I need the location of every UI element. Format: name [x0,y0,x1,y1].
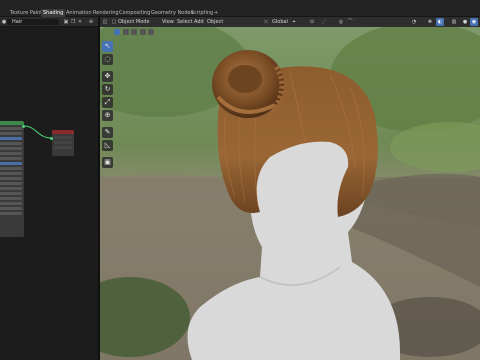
gizmo-icon[interactable]: ✥ [426,18,434,26]
copy-icon[interactable]: ❐ [70,19,76,25]
3d-viewport[interactable] [100,27,480,360]
extend-icon[interactable] [122,29,129,35]
tab-geometry-nodes[interactable]: Geometry Nodes [151,9,193,17]
select-box-icon[interactable] [114,29,120,35]
proportional-edit-icon[interactable]: ◎ [337,18,345,26]
rotate-icon[interactable]: ↻ [102,84,113,95]
visibility-icon[interactable]: ◔ [410,18,418,26]
workspace-tab-bar: Texture Paint Shading Animation Renderin… [0,0,480,17]
snap-target-icon[interactable]: ⋰ [320,18,328,26]
viewport-toolbar: ↖ ◌ ✥ ↻ ⤢ ⊕ ✎ ◺ ▣ [102,41,115,170]
tab-rendering[interactable]: Rendering [93,9,119,17]
add-cube-icon[interactable]: ▣ [102,157,113,168]
viewport-mini-toolbar [114,29,155,37]
node-editor-header: ● Hair ▣ ❐ ✕ ⊕ [0,17,98,27]
node-editor-canvas[interactable] [0,27,98,360]
annotate-icon[interactable]: ✎ [102,127,113,138]
transform-icon[interactable]: ⊕ [102,110,113,121]
fake-user-icon[interactable]: ▣ [63,19,69,25]
move-icon[interactable]: ✥ [102,71,113,82]
falloff-icon[interactable]: ⌒ [346,18,354,26]
orientation-dropdown[interactable]: Global [272,18,288,26]
intersect-icon[interactable] [148,29,155,35]
tab-texture-paint[interactable]: Texture Paint [10,9,42,17]
add-workspace-button[interactable]: + [214,9,218,17]
overlay-icon[interactable]: ◐ [436,18,444,26]
node-link [23,125,52,139]
invert-icon[interactable] [139,29,146,35]
viewport-header: ◫ ▢ Object Mode View Select Add Object ⤬… [100,17,480,27]
pin-icon[interactable]: ⊕ [88,19,94,25]
editor-type-icon[interactable]: ◫ [101,18,109,26]
shading-solid-icon[interactable]: ● [461,18,469,26]
xray-icon[interactable]: ▥ [450,18,458,26]
cursor-icon[interactable]: ◌ [102,54,113,65]
orientation-icon: ⤬ [263,19,268,25]
material-name-field[interactable]: Hair [7,19,59,25]
tab-shading[interactable]: Shading [41,9,66,17]
menu-object[interactable]: Object [207,18,223,26]
menu-add[interactable]: Add [194,18,204,26]
pivot-icon[interactable]: ⌖ [290,18,298,26]
tab-scripting[interactable]: Scripting [191,9,213,17]
tab-compositing[interactable]: Compositing [119,9,150,17]
tab-animation[interactable]: Animation [66,9,92,17]
mode-dropdown[interactable]: Object Mode [118,18,150,26]
shading-rendered-icon[interactable]: ◉ [470,18,478,26]
viewport-render [100,27,480,360]
scale-icon[interactable]: ⤢ [102,97,113,108]
snap-icon[interactable]: ⊙ [308,18,316,26]
select-cursor-icon[interactable]: ↖ [102,41,113,52]
object-mode-icon: ▢ [111,19,117,25]
measure-icon[interactable]: ◺ [102,140,113,151]
menu-select[interactable]: Select [177,18,192,26]
close-icon[interactable]: ✕ [77,19,83,25]
subtract-icon[interactable] [131,29,138,35]
menu-view[interactable]: View [162,18,174,26]
